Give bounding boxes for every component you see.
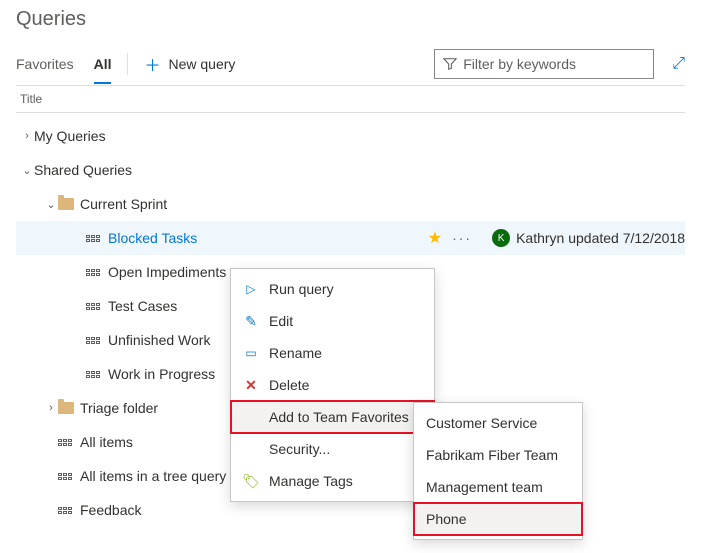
context-menu: ▷ Run query ✎ Edit ▭ Rename ✕ Delete Add…: [230, 268, 435, 502]
chevron-right-icon[interactable]: ›: [20, 130, 34, 142]
tag-icon: 🏷: [243, 473, 259, 490]
menu-label: Security...: [269, 441, 330, 457]
submenu-label: Phone: [426, 511, 466, 527]
menu-label: Rename: [269, 345, 322, 361]
menu-item-delete[interactable]: ✕ Delete: [231, 369, 434, 401]
tree-folder-shared-queries[interactable]: ⌄ Shared Queries: [16, 153, 685, 187]
delete-icon: ✕: [243, 377, 259, 394]
query-label: Feedback: [80, 502, 141, 518]
tree-item-blocked-tasks[interactable]: · Blocked Tasks ★ ··· K Kathryn updated …: [16, 221, 685, 255]
submenu-item[interactable]: Management team: [414, 471, 582, 503]
folder-icon: [58, 198, 74, 210]
toolbar: Favorites All ＋ New query ⤢: [16, 49, 685, 86]
filter-icon: [443, 57, 457, 71]
query-label: All items: [80, 434, 133, 450]
modified-text: Kathryn updated 7/12/2018: [516, 230, 685, 246]
menu-label: Manage Tags: [269, 473, 353, 489]
tree-folder-current-sprint[interactable]: ⌄ Current Sprint: [16, 187, 685, 221]
submenu-item[interactable]: Fabrikam Fiber Team: [414, 439, 582, 471]
menu-label: Edit: [269, 313, 293, 329]
query-icon: [86, 269, 100, 276]
query-icon: [86, 371, 100, 378]
folder-label: Current Sprint: [80, 196, 167, 212]
folder-label: Triage folder: [80, 400, 158, 416]
tree-folder-my-queries[interactable]: › My Queries: [16, 119, 685, 153]
tab-all[interactable]: All: [94, 50, 112, 84]
submenu-label: Fabrikam Fiber Team: [426, 447, 558, 463]
menu-item-edit[interactable]: ✎ Edit: [231, 305, 434, 337]
menu-item-security[interactable]: Security...: [231, 433, 434, 465]
edit-icon: ✎: [243, 313, 259, 330]
tabs: Favorites All: [16, 50, 111, 84]
query-label: Blocked Tasks: [108, 230, 197, 246]
menu-item-manage-tags[interactable]: 🏷 Manage Tags: [231, 465, 434, 497]
submenu-item-phone[interactable]: Phone: [414, 503, 582, 535]
chevron-right-icon[interactable]: ›: [44, 402, 58, 414]
query-label: Work in Progress: [108, 366, 215, 382]
menu-label: Run query: [269, 281, 334, 297]
new-query-button[interactable]: ＋ New query: [144, 52, 235, 82]
chevron-down-icon[interactable]: ⌄: [44, 198, 58, 211]
more-actions-button[interactable]: ···: [452, 230, 472, 246]
query-icon: [86, 235, 100, 242]
run-icon: ▷: [243, 282, 259, 296]
menu-item-run-query[interactable]: ▷ Run query: [231, 273, 434, 305]
folder-icon: [58, 402, 74, 414]
plus-icon: ＋: [144, 52, 160, 76]
query-icon: [58, 439, 72, 446]
query-label: Open Impediments: [108, 264, 226, 280]
rename-icon: ▭: [243, 346, 259, 360]
expand-icon[interactable]: ⤢: [672, 55, 685, 79]
folder-label: My Queries: [34, 128, 106, 144]
filter-input[interactable]: [463, 56, 645, 72]
submenu-label: Management team: [426, 479, 543, 495]
separator: [127, 53, 128, 75]
menu-label: Delete: [269, 377, 309, 393]
new-query-label: New query: [168, 56, 235, 72]
menu-label: Add to Team Favorites: [269, 409, 409, 425]
column-header-title: Title: [16, 86, 685, 113]
query-icon: [58, 473, 72, 480]
query-label: Unfinished Work: [108, 332, 210, 348]
query-icon: [58, 507, 72, 514]
menu-item-rename[interactable]: ▭ Rename: [231, 337, 434, 369]
query-icon: [86, 303, 100, 310]
query-label: Test Cases: [108, 298, 177, 314]
query-icon: [86, 337, 100, 344]
filter-box[interactable]: [434, 49, 654, 79]
star-icon[interactable]: ★: [428, 228, 442, 248]
chevron-down-icon[interactable]: ⌄: [20, 164, 34, 177]
submenu-team-favorites: Customer Service Fabrikam Fiber Team Man…: [413, 402, 583, 540]
avatar: K: [492, 229, 510, 247]
submenu-item[interactable]: Customer Service: [414, 407, 582, 439]
menu-item-add-team-favorites[interactable]: Add to Team Favorites ›: [231, 401, 434, 433]
page-title: Queries: [16, 8, 685, 31]
submenu-label: Customer Service: [426, 415, 537, 431]
query-label: All items in a tree query: [80, 468, 226, 484]
tab-favorites[interactable]: Favorites: [16, 50, 74, 84]
folder-label: Shared Queries: [34, 162, 132, 178]
